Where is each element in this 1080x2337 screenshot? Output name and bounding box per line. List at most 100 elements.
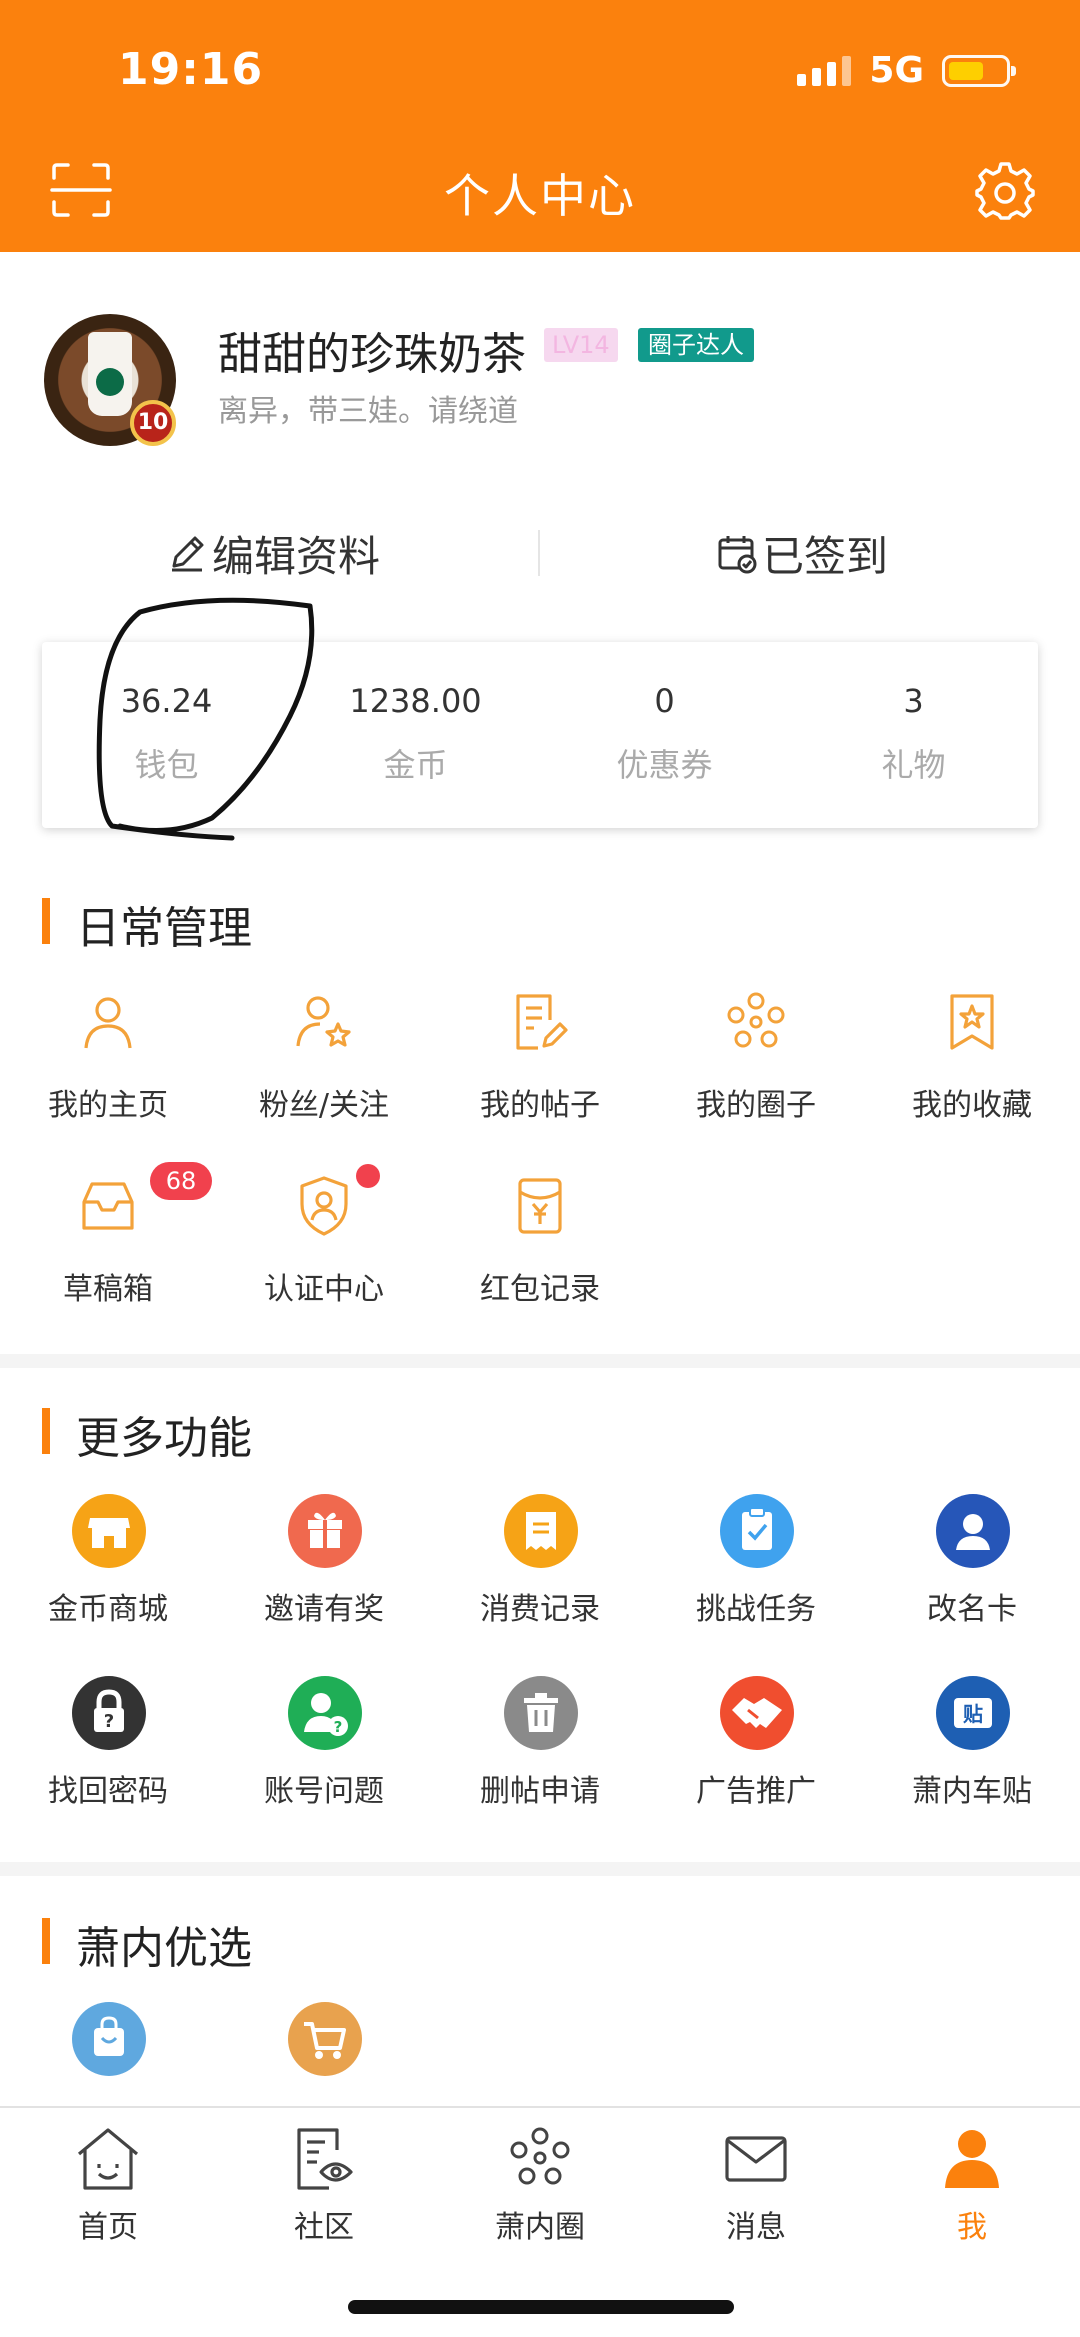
profile-actions: 编辑资料 已签到: [0, 520, 1080, 586]
my-favorites-label: 我的收藏: [912, 1088, 1032, 1123]
post-edit-icon: [516, 994, 568, 1050]
svg-text:?: ?: [104, 1711, 114, 1732]
edit-profile-label: 编辑资料: [212, 531, 381, 581]
shopping-cart-icon: [288, 2002, 362, 2076]
profile-card-icon: [936, 1494, 1010, 1568]
lock-icon: ?: [72, 1676, 146, 1750]
fans-follow-label: 粉丝/关注: [258, 1088, 390, 1123]
user-icon: [84, 997, 132, 1049]
home-icon: [77, 2128, 139, 2190]
delete-post-request-label: 删帖申请: [480, 1774, 600, 1809]
personal-center-screen: 19:16 5G 个人中心 10 甜甜的珍珠奶茶 LV14 圈子达人 离异，带三…: [0, 0, 1080, 2337]
person-icon: [945, 2130, 999, 2188]
my-posts-label: 我的帖子: [480, 1088, 600, 1123]
gifts-stat[interactable]: 3 礼物: [789, 682, 1038, 786]
nav-messages[interactable]: 消息: [648, 2126, 864, 2246]
coupons-value: 0: [654, 682, 675, 720]
username: 甜甜的珍珠奶茶: [218, 329, 526, 380]
flower-circle-icon: [727, 992, 785, 1048]
wallet-card: 36.24 钱包 1238.00 金币 0 优惠券 3 礼物: [42, 642, 1038, 828]
edit-profile-button[interactable]: 编辑资料: [166, 520, 380, 586]
wallet-label: 钱包: [134, 746, 199, 784]
section-divider: [0, 1354, 1080, 1368]
user-bio: 离异，带三娃。请绕道: [218, 394, 518, 429]
nav-community-label: 社区: [294, 2210, 354, 2245]
section-divider: [0, 1862, 1080, 1876]
nav-home-label: 首页: [78, 2210, 138, 2245]
signed-in-button[interactable]: 已签到: [716, 520, 888, 586]
drafts-count-badge: 68: [150, 1162, 212, 1200]
level-badge: LV14: [544, 328, 618, 362]
flower-circle-icon: [510, 2127, 570, 2185]
nav-me[interactable]: 我: [864, 2126, 1080, 2246]
car-sticker-label: 萧内车贴: [912, 1774, 1032, 1809]
svg-text:贴: 贴: [963, 1702, 983, 1726]
gifts-label: 礼物: [881, 746, 946, 784]
svg-text:?: ?: [334, 1718, 343, 1736]
spending-records-label: 消费记录: [480, 1592, 600, 1627]
signal-icon: [797, 55, 852, 86]
gifts-value: 3: [903, 682, 924, 720]
inbox-icon: [82, 1182, 134, 1230]
handshake-icon: [720, 1676, 794, 1750]
drafts-label: 草稿箱: [63, 1272, 153, 1307]
my-circles-label: 我的圈子: [696, 1088, 816, 1123]
page-title: 个人中心: [444, 169, 636, 223]
daily-section-title: 日常管理: [42, 892, 252, 956]
receipt-icon: [504, 1494, 578, 1568]
user-star-icon: [296, 996, 351, 1047]
mail-icon: [725, 2136, 787, 2182]
home-indicator: [348, 2300, 734, 2314]
pencil-icon: [172, 536, 204, 572]
shop-icon: [72, 1494, 146, 1568]
invite-reward-label: 邀请有奖: [264, 1592, 384, 1627]
signed-in-label: 已签到: [762, 531, 889, 581]
shield-user-icon: [300, 1176, 348, 1236]
gift-icon: [288, 1494, 362, 1568]
avatar[interactable]: 10: [44, 314, 176, 446]
my-homepage-label: 我的主页: [48, 1088, 168, 1123]
avatar-level-badge: 10: [130, 400, 176, 446]
account-issues-label: 账号问题: [264, 1774, 384, 1809]
nav-messages-label: 消息: [726, 2210, 786, 2245]
action-divider: [538, 530, 540, 576]
battery-level: [949, 61, 984, 80]
notification-dot: [356, 1164, 380, 1188]
nav-xiaonei-circle[interactable]: 萧内圈: [432, 2126, 648, 2246]
nav-xiaonei-circle-label: 萧内圈: [495, 2210, 585, 2245]
nav-community[interactable]: 社区: [216, 2126, 432, 2246]
coins-value: 1238.00: [349, 682, 482, 720]
recover-password-label: 找回密码: [48, 1774, 168, 1809]
sticker-icon: 贴: [936, 1676, 1010, 1750]
rename-card-label: 改名卡: [927, 1592, 1017, 1627]
calendar-check-icon: [718, 536, 757, 574]
wallet-value: 36.24: [120, 682, 213, 720]
red-packet-records-label: 红包记录: [480, 1272, 600, 1307]
red-packet-icon: [518, 1178, 562, 1234]
task-clipboard-icon: [720, 1494, 794, 1568]
community-icon: [297, 2128, 353, 2190]
wallet-stat[interactable]: 36.24 钱包: [42, 682, 291, 786]
shopping-bag-icon: [72, 2002, 146, 2076]
challenge-tasks-label: 挑战任务: [696, 1592, 816, 1627]
nav-home[interactable]: 首页: [0, 2126, 216, 2246]
nav-me-label: 我: [957, 2210, 987, 2245]
trash-icon: [504, 1676, 578, 1750]
verification-center-label: 认证中心: [264, 1272, 384, 1307]
ad-promotion-label: 广告推广: [696, 1774, 816, 1809]
coupons-stat[interactable]: 0 优惠券: [540, 682, 789, 786]
network-type: 5G: [869, 50, 924, 91]
status-time: 19:16: [118, 44, 264, 95]
gear-icon[interactable]: [974, 160, 1036, 222]
status-indicators: 5G: [797, 50, 1016, 91]
header: 19:16 5G 个人中心: [0, 0, 1080, 252]
coins-stat[interactable]: 1238.00 金币: [291, 682, 540, 786]
battery-icon: [942, 54, 1016, 87]
user-question-icon: ?: [288, 1676, 362, 1750]
coin-mall-label: 金币商城: [48, 1592, 168, 1627]
circle-expert-badge: 圈子达人: [638, 328, 754, 362]
bookmark-star-icon: [950, 994, 994, 1050]
coupons-label: 优惠券: [616, 746, 713, 784]
coins-label: 金币: [383, 746, 448, 784]
featured-section-title: 萧内优选: [42, 1912, 252, 1976]
